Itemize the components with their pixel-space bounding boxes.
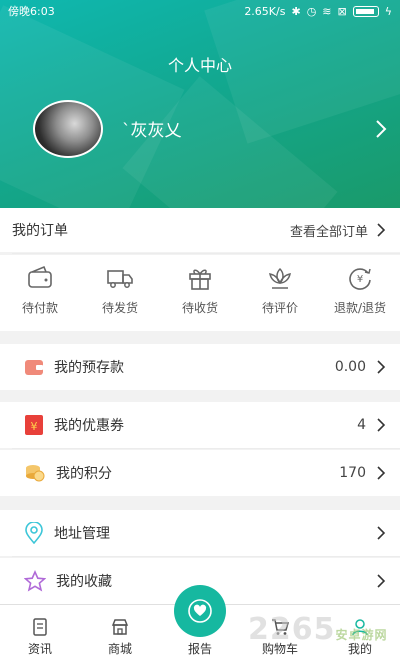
order-status-refund[interactable]: ¥ 退款/退货 (320, 255, 400, 331)
status-bar: 傍晚6:03 2.65K/s ✱ ◷ ≋ ⊠ ϟ (0, 0, 400, 22)
refund-icon: ¥ (349, 268, 371, 290)
tab-news[interactable]: 资讯 (5, 605, 75, 666)
chevron-right-icon (377, 466, 386, 480)
network-speed: 2.65K/s (244, 4, 286, 18)
profile-header: 傍晚6:03 2.65K/s ✱ ◷ ≋ ⊠ ϟ 个人中心 `灰灰乂 (0, 0, 400, 208)
deposit-row[interactable]: 我的预存款 0.00 (0, 344, 400, 390)
username[interactable]: `灰灰乂 (122, 116, 182, 141)
truck-icon (107, 270, 133, 288)
alarm-icon: ◷ (306, 4, 317, 18)
avatar[interactable] (33, 100, 103, 158)
coupons-label: 我的优惠券 (54, 418, 124, 434)
charging-icon: ϟ (384, 4, 392, 18)
chevron-right-icon (377, 223, 386, 237)
report-center-button[interactable] (174, 585, 226, 637)
store-icon (111, 619, 129, 635)
coupon-icon: ¥ (25, 415, 43, 435)
favorites-label: 我的收藏 (56, 574, 112, 590)
divider (12, 253, 400, 254)
star-icon (24, 570, 46, 592)
deposit-label: 我的预存款 (54, 360, 124, 376)
coins-icon (26, 465, 45, 482)
deposit-value: 0.00 (334, 359, 366, 375)
status-time: 傍晚6:03 (8, 5, 55, 18)
coupons-value: 4 (357, 417, 366, 433)
svg-text:¥: ¥ (357, 274, 363, 285)
tab-mall[interactable]: 商城 (85, 605, 155, 666)
wallet-icon (25, 360, 43, 375)
svg-text:¥: ¥ (31, 420, 38, 433)
view-all-orders-link[interactable]: 查看全部订单 (290, 221, 368, 240)
points-value: 170 (339, 465, 366, 481)
battery-icon (352, 5, 379, 17)
divider (12, 556, 400, 557)
watermark: 2265安卓游网 (248, 612, 388, 647)
orders-header[interactable]: 我的订单 查看全部订单 (0, 208, 400, 252)
chevron-right-icon (377, 418, 386, 432)
points-label: 我的积分 (56, 466, 112, 482)
chevron-right-icon (377, 574, 386, 588)
coupons-row[interactable]: ¥ 我的优惠券 4 (0, 402, 400, 448)
sim-icon: ⊠ (337, 4, 347, 18)
location-pin-icon (25, 522, 43, 544)
order-status-bar: 待付款 待发货 待收货 待评价 ¥ 退款/退货 (0, 255, 400, 331)
order-status-pending-review[interactable]: 待评价 (240, 255, 320, 331)
order-status-pending-receipt[interactable]: 待收货 (160, 255, 240, 331)
divider (12, 448, 400, 449)
orders-title: 我的订单 (12, 223, 68, 239)
address-row[interactable]: 地址管理 (0, 510, 400, 556)
wallet-icon (28, 265, 52, 288)
flower-icon (269, 267, 291, 289)
gift-icon (189, 269, 211, 290)
document-icon (33, 618, 47, 636)
chevron-right-icon (377, 360, 386, 374)
address-label: 地址管理 (54, 526, 110, 542)
bluetooth-icon: ✱ (291, 4, 301, 18)
heart-icon (188, 599, 212, 623)
wifi-icon: ≋ (322, 4, 332, 18)
chevron-right-icon (377, 526, 386, 540)
points-row[interactable]: 我的积分 170 (0, 450, 400, 496)
chevron-right-icon[interactable] (374, 119, 388, 139)
page-title: 个人中心 (167, 56, 232, 75)
order-status-pending-payment[interactable]: 待付款 (0, 255, 80, 331)
order-status-pending-shipment[interactable]: 待发货 (80, 255, 160, 331)
